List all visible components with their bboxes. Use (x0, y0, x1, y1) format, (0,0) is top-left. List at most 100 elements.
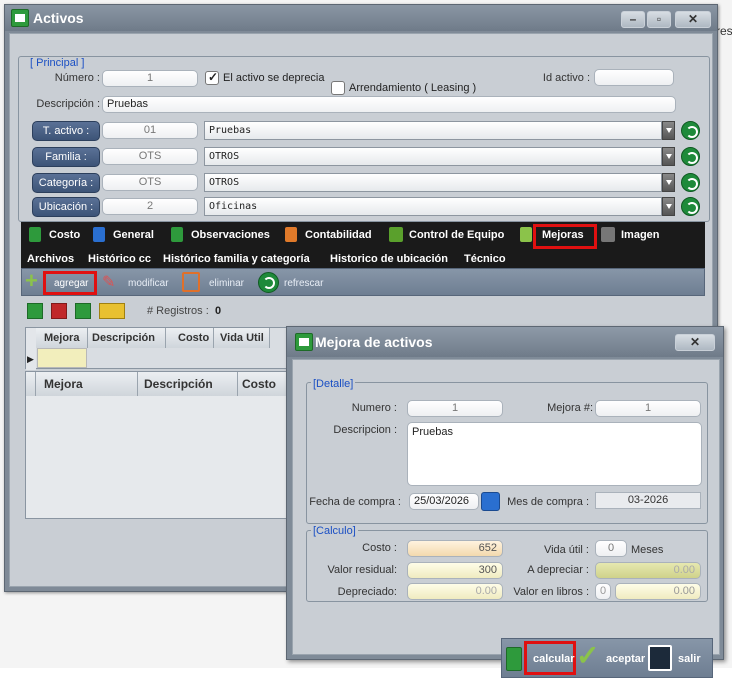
refresh-icon[interactable] (681, 121, 700, 140)
col-costo[interactable]: Costo (166, 328, 214, 348)
tab-imagen[interactable]: Imagen (621, 229, 660, 241)
col-descripcion[interactable]: Descripción (138, 372, 238, 396)
id-activo-field[interactable] (594, 69, 674, 86)
modificar-button[interactable]: modificar (128, 278, 169, 289)
subtab-historico-cc[interactable]: Histórico cc (88, 253, 151, 265)
residual-field[interactable]: 300 (407, 562, 503, 579)
numero-field[interactable]: 1 (102, 70, 198, 87)
trash-icon[interactable] (182, 272, 200, 292)
vida-field[interactable]: 0 (595, 540, 627, 557)
col-descripcion[interactable]: Descripción (88, 328, 166, 348)
dialog-button-bar: calcular ✓ aceptar salir (501, 638, 713, 678)
tipo-activo-select[interactable]: Pruebas (204, 121, 662, 140)
background-text: res (716, 24, 732, 38)
chevron-down-icon[interactable] (662, 121, 675, 140)
depreciation-checkbox[interactable]: ✓ (205, 70, 219, 85)
calendar-icon[interactable] (481, 492, 500, 511)
chevron-down-icon[interactable] (662, 197, 675, 216)
refrescar-button[interactable]: refrescar (284, 278, 323, 289)
salir-button[interactable]: salir (678, 653, 701, 665)
depreciation-label: El activo se deprecia (223, 72, 325, 84)
descripcion-textarea[interactable]: Pruebas (407, 422, 702, 486)
subtab-tecnico[interactable]: Técnico (464, 253, 506, 265)
costo-field[interactable]: 652 (407, 540, 503, 557)
agregar-button[interactable]: agregar (54, 278, 88, 289)
export-icon[interactable] (75, 303, 91, 319)
expand-icon[interactable] (27, 303, 43, 319)
leasing-label: Arrendamiento ( Leasing ) (349, 82, 477, 94)
familia-button[interactable]: Familia : (32, 147, 100, 167)
descripcion-field[interactable]: Pruebas (102, 96, 676, 113)
refresh-icon[interactable] (258, 272, 279, 293)
add-icon[interactable]: + (25, 270, 39, 292)
categoria-button[interactable]: Categoría : (32, 173, 100, 193)
dialog-close-button[interactable]: ✕ (675, 334, 715, 351)
categoria-select[interactable]: OTROS (204, 173, 662, 192)
ubicacion-select[interactable]: Oficinas (204, 197, 662, 216)
chevron-down-icon[interactable] (662, 147, 675, 166)
numero-label: Numero : (351, 402, 397, 414)
fecha-label: Fecha de compra : (309, 496, 401, 508)
selected-cell[interactable] (37, 348, 87, 368)
ubicacion-code[interactable]: 2 (102, 198, 198, 215)
tab-costo[interactable]: Costo (49, 229, 80, 241)
fecha-field[interactable]: 25/03/2026 (409, 493, 479, 510)
chevron-down-icon[interactable] (662, 173, 675, 192)
close-button[interactable]: ✕ (675, 11, 711, 28)
add-icon (520, 227, 532, 242)
subtab-historico-familia[interactable]: Histórico familia y categoría (163, 253, 310, 265)
aceptar-button[interactable]: aceptar (606, 653, 645, 665)
col-vida-util[interactable]: Vida Util (214, 328, 270, 348)
principal-legend: [ Principal ] (28, 57, 87, 69)
col-mejora[interactable]: Mejora (36, 372, 138, 396)
mejora-label: Mejora #: (547, 402, 593, 414)
calculator-icon (506, 647, 522, 671)
dialog-body: [Detalle] Numero : 1 Mejora #: 1 Descrip… (292, 359, 720, 678)
tab-mejoras[interactable]: Mejoras (542, 229, 584, 241)
observaciones-tab-icon (171, 227, 183, 242)
calculo-legend: [Calculo] (311, 525, 358, 537)
numero-label: Número : (54, 72, 100, 84)
settings-icon[interactable] (99, 303, 125, 319)
costo-label: Costo : (362, 542, 397, 554)
tab-general[interactable]: General (113, 229, 154, 241)
familia-code[interactable]: OTS (102, 148, 198, 165)
tab-observaciones[interactable]: Observaciones (191, 229, 270, 241)
libros-field: 0.00 (615, 583, 701, 600)
tab-control-equipo[interactable]: Control de Equipo (409, 229, 504, 241)
maximize-button[interactable]: ▫ (647, 11, 671, 28)
mejora-field[interactable]: 1 (595, 400, 701, 417)
subtab-historico-ubicacion[interactable]: Historico de ubicación (330, 253, 448, 265)
minimize-button[interactable]: – (621, 11, 645, 28)
collapse-icon[interactable] (51, 303, 67, 319)
categoria-code[interactable]: OTS (102, 174, 198, 191)
header-corner (26, 372, 36, 396)
row-arrow-icon: ▶ (27, 354, 34, 364)
refresh-icon[interactable] (681, 173, 700, 192)
leasing-checkbox[interactable] (331, 81, 345, 95)
tab-contabilidad[interactable]: Contabilidad (305, 229, 372, 241)
id-activo-label: Id activo : (542, 72, 590, 84)
meses-label: Meses (631, 544, 664, 556)
col-mejora[interactable]: Mejora (36, 328, 88, 348)
familia-select[interactable]: OTROS (204, 147, 662, 166)
main-tabbar: Costo General Observaciones Contabilidad… (21, 222, 705, 250)
image-icon (601, 227, 615, 242)
numero-field[interactable]: 1 (407, 400, 503, 417)
adepreciar-label: A depreciar : (527, 564, 589, 576)
refresh-icon[interactable] (681, 147, 700, 166)
pencil-icon[interactable]: ✎ (102, 272, 120, 292)
subtab-archivos[interactable]: Archivos (27, 253, 74, 265)
costo-tab-icon (29, 227, 41, 242)
refresh-icon[interactable] (681, 197, 700, 216)
calcular-button[interactable]: calcular (533, 653, 575, 665)
window-title: Activos (33, 10, 84, 26)
tipo-activo-button[interactable]: T. activo : (32, 121, 100, 141)
tipo-activo-code[interactable]: 01 (102, 122, 198, 139)
mejoras-toolbar: + agregar ✎ modificar eliminar refrescar (21, 268, 705, 296)
eliminar-button[interactable]: eliminar (209, 278, 244, 289)
libros-small-field: 0 (595, 583, 611, 600)
exit-icon (648, 645, 672, 671)
window-app-icon (11, 9, 29, 27)
ubicacion-button[interactable]: Ubicación : (32, 197, 100, 217)
